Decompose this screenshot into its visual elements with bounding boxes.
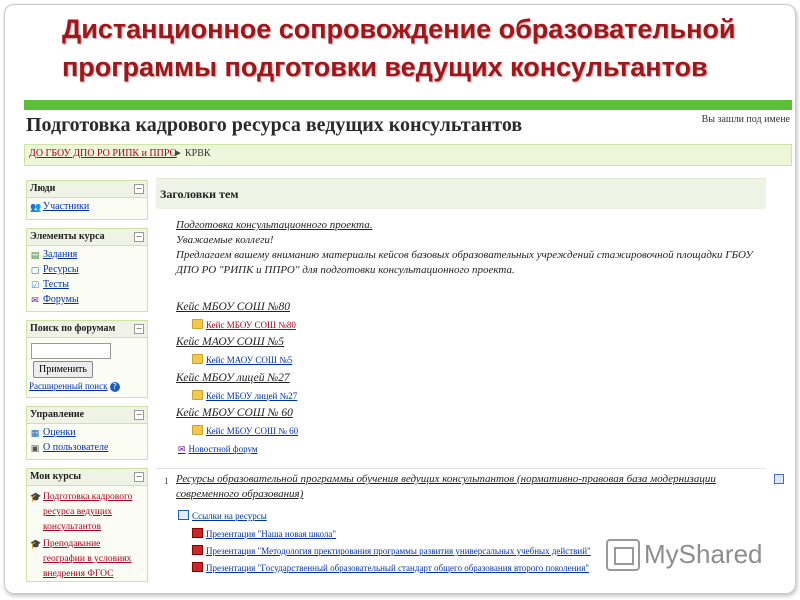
presentation-link[interactable]: Презентация "Методология пректирования п… [192,545,591,556]
case-title: Кейс МБОУ СОШ №80 [176,301,290,313]
breadcrumb-root-link[interactable]: ДО ГБОУ ДПО РО РИПК и ППРО [29,148,177,159]
folder-icon [192,390,203,400]
block-forum-search: Поиск по форумам − Применить Расширенный … [26,320,148,398]
block-management: Управление − ▦ Оценки ▣ О пользователе [26,406,148,460]
pdf-icon [192,562,203,572]
sidebar-item-resources[interactable]: ▢ Ресурсы [27,264,147,279]
forum-icon: ✉ [31,296,39,306]
topics-header: Заголовки тем [156,178,766,209]
user-icon: ▣ [30,444,40,454]
grades-icon: ▦ [30,429,40,439]
case-file-link[interactable]: Кейс МБОУ СОШ №80 [192,319,296,330]
block-title: Поиск по форумам [30,323,116,334]
watermark: MyShared [606,535,766,575]
sidebar-item-quizzes[interactable]: ☑ Тесты [27,279,147,294]
case-file-link[interactable]: Кейс МБОУ СОШ № 60 [192,425,298,436]
login-info: Вы зашли под имене [701,114,790,125]
breadcrumb: ДО ГБОУ ДПО РО РИПК и ППРО ► КРВК [24,144,792,166]
intro-link[interactable]: Подготовка консультационного проекта. [176,218,756,233]
case-title: Кейс МБОУ лицей №27 [176,372,290,384]
watermark-text: MyShared [644,539,763,569]
pdf-icon [192,545,203,555]
intro-text: Предлагаем вашему вниманию материалы кей… [176,249,753,276]
presentation-link[interactable]: Презентация "Государственный образовател… [192,562,589,573]
collapse-icon[interactable]: − [134,232,144,242]
resource-icon: ▢ [30,266,40,276]
resource-links-link[interactable]: Ссылки на ресурсы [178,510,267,521]
case-file-link[interactable]: Кейс МБОУ лицей №27 [192,390,297,401]
sidebar-item-participants[interactable]: 👥 Участники [27,201,147,216]
sidebar-item-assignments[interactable]: ▤ Задания [27,249,147,264]
block-people: Люди − 👥 Участники [26,180,148,220]
sidebar-item-forums[interactable]: ✉ Форумы [27,294,147,309]
sidebar-item-grades[interactable]: ▦ Оценки [27,427,147,442]
section-toggle-icon[interactable] [774,474,784,484]
collapse-icon[interactable]: − [134,410,144,420]
apply-button[interactable]: Применить [33,361,93,378]
assignment-icon: ▤ [30,251,40,261]
users-icon: 👥 [30,203,42,213]
course-icon: 🎓 [30,493,42,503]
moodle-screenshot: Подготовка кадрового ресурса ведущих кон… [24,100,792,582]
help-icon[interactable]: ? [109,382,120,392]
folder-icon [192,319,203,329]
course-main: Заголовки тем Подготовка консультационно… [156,178,766,582]
breadcrumb-current: КРВК [185,148,211,159]
site-title: Подготовка кадрового ресурса ведущих кон… [26,114,523,136]
case-title: Кейс МАОУ СОШ №5 [176,336,285,348]
slide-title: Дистанционное сопровождение образователь… [62,14,736,82]
advanced-search-link[interactable]: Расширенный поиск ? [29,381,120,392]
pdf-icon [192,528,203,538]
collapse-icon[interactable]: − [134,472,144,482]
block-title: Управление [30,409,85,420]
link-icon [178,510,189,520]
collapse-icon[interactable]: − [134,184,144,194]
header-accent-bar [24,100,792,110]
section-title: Ресурсы образовательной программы обучен… [176,473,716,500]
cut-off-row [192,579,712,582]
case-title: Кейс МБОУ СОШ № 60 [176,407,293,419]
breadcrumb-separator: ► [173,148,183,159]
block-course-elements: Элементы курса − ▤ Задания ▢ Ресурсы ☑ Тесты… [26,228,148,312]
block-title: Элементы курса [30,231,105,242]
course-icon: 🎓 [30,540,42,550]
news-forum-link[interactable]: ✉ Новостной форум [178,444,258,455]
search-input[interactable] [31,343,111,359]
block-title: Люди [30,183,56,194]
forum-icon: ✉ [178,445,186,455]
block-title: Мои курсы [30,471,81,482]
sidebar-course-1[interactable]: 🎓 Подготовка кадрового ресурса ведущих к… [27,486,147,535]
folder-icon [192,425,203,435]
sidebar-item-profile[interactable]: ▣ О пользователе [27,442,147,457]
watermark-logo-icon [606,539,640,571]
collapse-icon[interactable]: − [134,324,144,334]
presentation-link[interactable]: Презентация "Наша новая школа" [192,528,336,539]
quiz-icon: ☑ [30,281,40,291]
case-file-link[interactable]: Кейс МАОУ СОШ №5 [192,354,292,365]
section-number: 1 [164,476,169,486]
folder-icon [192,354,203,364]
sidebar-course-2[interactable]: 🎓 Преподавание географии в условиях внед… [27,535,147,582]
block-my-courses: Мои курсы − 🎓 Подготовка кадрового ресурс… [26,468,148,582]
intro-greeting: Уважаемые коллеги! [176,234,274,246]
intro-section: Подготовка консультационного проекта. Ув… [176,218,756,278]
